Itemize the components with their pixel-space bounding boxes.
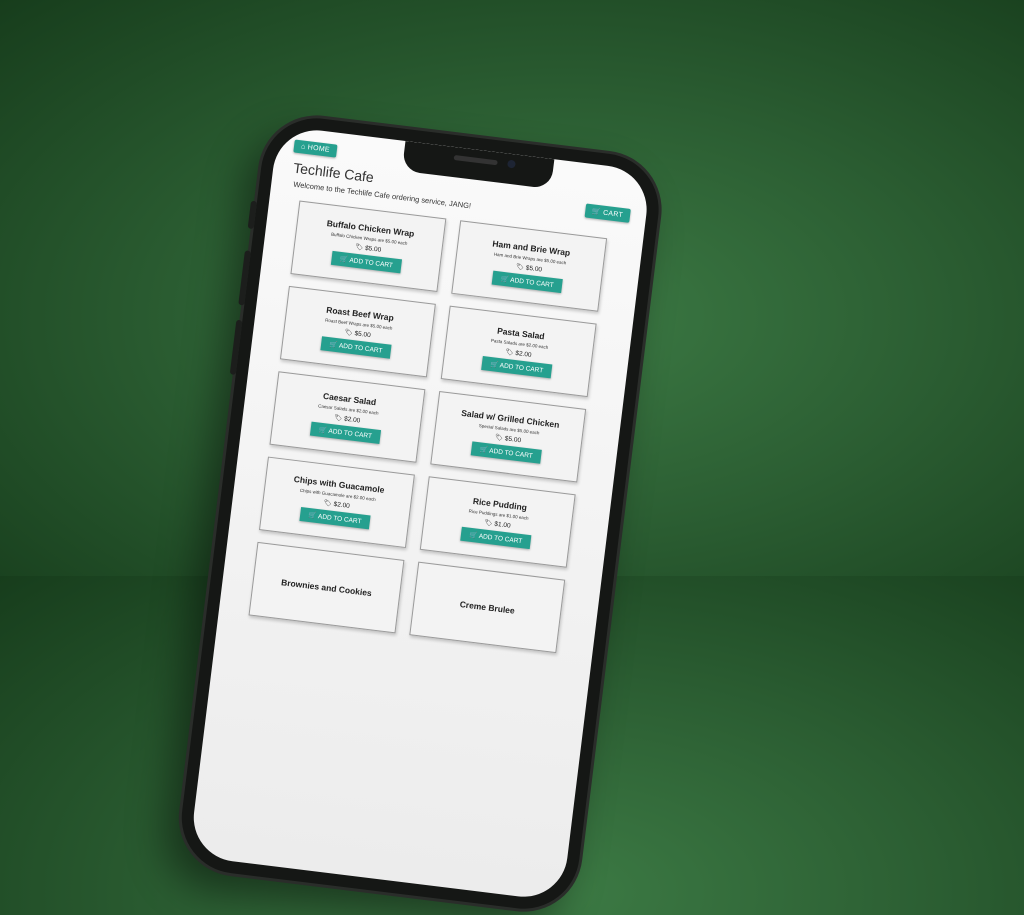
add-to-cart-label: ADD TO CART <box>348 257 394 270</box>
phone-mockup: ⌂ HOME Techlife Cafe Welcome to the Tech… <box>175 112 666 915</box>
menu-item-card: Salad w/ Grilled Chicken Special Salads a… <box>430 390 587 483</box>
item-price: 🏷 $5.00 <box>355 243 382 254</box>
menu-item-card: Brownies and Cookies <box>248 541 405 634</box>
phone-side-button <box>229 319 243 376</box>
add-to-cart-label: ADD TO CART <box>328 427 373 441</box>
cart-label: CART <box>602 209 624 220</box>
add-to-cart-button[interactable]: 🛒 ADD TO CART <box>320 336 392 359</box>
menu-item-card: Pasta Salad Pasta Salads are $2.00 each 🏷… <box>440 305 597 398</box>
home-button[interactable]: ⌂ HOME <box>293 139 338 158</box>
item-price: 🏷 $2.00 <box>323 499 350 510</box>
price-value: $1.00 <box>493 520 511 530</box>
item-price: 🏷 $2.00 <box>505 348 532 359</box>
price-value: $5.00 <box>364 244 382 254</box>
menu-item-card: Chips with Guacamole Chips with Guacamole… <box>258 456 415 549</box>
camera <box>507 159 516 169</box>
price-value: $5.00 <box>504 435 522 445</box>
add-to-cart-button[interactable]: 🛒 ADD TO CART <box>331 250 402 274</box>
menu-item-card: Roast Beef Wrap Roast Beef Wraps are $5.0… <box>279 285 436 378</box>
phone-side-button <box>238 250 251 306</box>
add-to-cart-label: ADD TO CART <box>338 342 383 355</box>
add-to-cart-label: ADD TO CART <box>488 447 534 460</box>
phone-side-button <box>247 200 258 230</box>
item-name: Creme Brulee <box>459 599 516 616</box>
add-to-cart-button[interactable]: 🛒 ADD TO CART <box>471 441 542 464</box>
add-to-cart-label: ADD TO CART <box>509 276 555 290</box>
price-value: $5.00 <box>354 330 372 340</box>
cart-button[interactable]: 🛒 CART <box>584 203 631 223</box>
add-to-cart-button[interactable]: 🛒 ADD TO CART <box>299 507 371 530</box>
item-price: 🏷 $1.00 <box>484 518 511 529</box>
item-price: 🏷 $2.00 <box>334 413 361 424</box>
price-value: $2.00 <box>333 500 351 510</box>
speaker <box>453 155 498 166</box>
add-to-cart-button[interactable]: 🛒 ADD TO CART <box>460 526 532 550</box>
menu-item-card: Creme Brulee <box>409 561 566 654</box>
price-value: $5.00 <box>525 264 543 274</box>
home-label: HOME <box>307 144 331 154</box>
add-to-cart-label: ADD TO CART <box>478 532 523 546</box>
phone-notch <box>401 140 555 190</box>
price-value: $2.00 <box>514 349 532 359</box>
menu-item-card: Rice Pudding Rice Puddings are $1.00 each… <box>419 476 576 568</box>
item-price: 🏷 $5.00 <box>494 433 521 444</box>
item-price: 🏷 $5.00 <box>515 262 542 273</box>
item-name: Brownies and Cookies <box>280 577 373 599</box>
price-value: $2.00 <box>343 415 361 425</box>
add-to-cart-label: ADD TO CART <box>499 362 544 375</box>
menu-grid: Buffalo Chicken Wrap Buffalo Chicken Wrap… <box>248 200 608 654</box>
menu-item-card: Buffalo Chicken Wrap Buffalo Chicken Wrap… <box>290 200 447 292</box>
item-price: 🏷 $5.00 <box>344 328 371 339</box>
add-to-cart-button[interactable]: 🛒 ADD TO CART <box>481 356 552 379</box>
add-to-cart-button[interactable]: 🛒 ADD TO CART <box>310 421 381 445</box>
add-to-cart-button[interactable]: 🛒 ADD TO CART <box>491 270 563 294</box>
menu-item-card: Caesar Salad Caesar Salads are $2.00 each… <box>269 371 426 463</box>
add-to-cart-label: ADD TO CART <box>317 513 362 526</box>
menu-item-card: Ham and Brie Wrap Ham and Brie Wraps are … <box>451 220 608 312</box>
phone-screen: ⌂ HOME Techlife Cafe Welcome to the Tech… <box>188 125 652 902</box>
